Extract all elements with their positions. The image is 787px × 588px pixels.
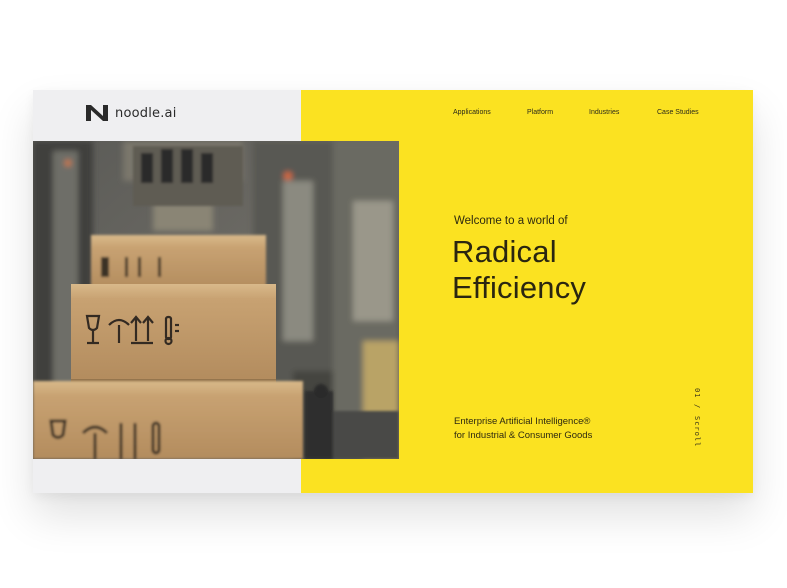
hero-welcome-text: Welcome to a world of <box>454 215 568 227</box>
hero-headline-line1: Radical <box>452 234 557 269</box>
nav-item-applications[interactable]: Applications <box>453 109 491 116</box>
brand-name: noodle.ai <box>115 105 177 121</box>
hero-headline-line2: Efficiency <box>452 270 587 305</box>
conveyor-boxes-image <box>33 141 399 459</box>
noodle-n-logo-icon <box>86 105 108 121</box>
nav-item-industries[interactable]: Industries <box>589 109 619 116</box>
scroll-label: Scroll <box>693 415 701 447</box>
landing-page-card: noodle.ai Applications Platform Industri… <box>33 90 753 493</box>
brand-logo[interactable]: noodle.ai <box>85 104 177 122</box>
scroll-indicator[interactable]: 01 / Scroll <box>693 388 701 447</box>
nav-item-case-studies[interactable]: Case Studies <box>657 109 699 116</box>
hero-tagline-line2: for Industrial & Consumer Goods <box>454 430 593 441</box>
nav-item-platform[interactable]: Platform <box>527 109 553 116</box>
hero-tagline: Enterprise Artificial Intelligence® for … <box>454 415 592 443</box>
scroll-separator: / <box>693 404 701 410</box>
hero-tagline-line1: Enterprise Artificial Intelligence® <box>454 416 591 427</box>
scroll-index: 01 <box>693 388 701 399</box>
hero-headline: Radical Efficiency <box>452 234 586 306</box>
conveyor-illustration <box>33 141 399 459</box>
